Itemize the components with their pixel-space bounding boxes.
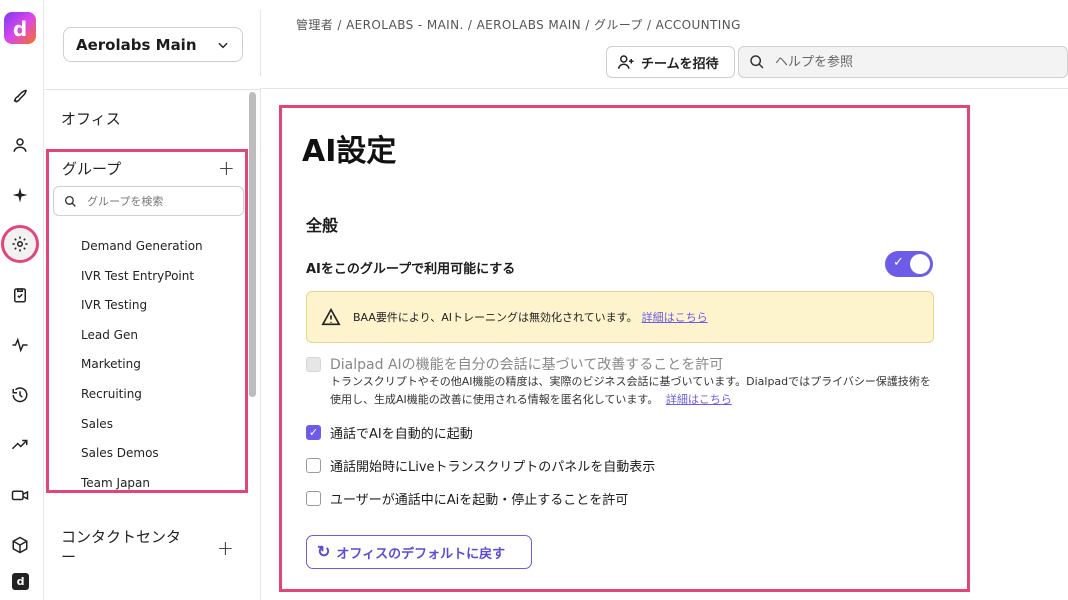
box-icon[interactable] — [7, 532, 33, 558]
app-root: d d Aerolabs Main オフィス グループ + グループを検索 De… — [0, 0, 1068, 600]
live-transcript-checkbox[interactable] — [306, 458, 321, 473]
baa-warning: BAA要件により、AIトレーニングは無効化されています。 詳細はこちら — [306, 291, 934, 343]
sidebar-item-office[interactable]: オフィス — [61, 108, 121, 129]
live-transcript-label: 通話開始時にLiveトランスクリプトのパネルを自動表示 — [330, 460, 656, 475]
warning-text: BAA要件により、AIトレーニングは無効化されています。 — [353, 311, 638, 324]
clipboard-icon[interactable] — [7, 282, 33, 308]
auto-start-label: 通話でAIを自動的に起動 — [330, 427, 473, 442]
group-item[interactable]: Marketing — [81, 356, 203, 386]
check-icon: ✓ — [893, 255, 904, 270]
history-icon[interactable] — [7, 382, 33, 408]
improve-ai-link[interactable]: 詳細はこちら — [666, 393, 732, 406]
sidebar-border — [260, 89, 261, 600]
add-user-icon — [617, 55, 634, 69]
sidebar-item-contact-center[interactable]: コンタクトセンタ ー — [61, 527, 181, 567]
group-item[interactable]: Recruiting — [81, 386, 203, 416]
settings-icon[interactable] — [1, 225, 39, 263]
section-title: 全般 — [306, 216, 339, 235]
allow-user-option[interactable]: ユーザーが通話中にAiを起動・停止することを許可 — [306, 489, 628, 508]
help-search[interactable] — [738, 46, 1068, 78]
search-icon — [750, 55, 764, 69]
video-icon[interactable] — [7, 482, 33, 508]
group-item[interactable]: Team Japan — [81, 475, 203, 505]
trending-icon[interactable] — [7, 432, 33, 458]
contact-center-label-line2: ー — [61, 548, 77, 566]
group-list: Demand Generation IVR Test EntryPoint IV… — [81, 238, 203, 504]
improve-ai-checkbox — [306, 356, 321, 372]
invite-team-label: チームを招待 — [641, 55, 719, 71]
contact-center-label-line1: コンタクトセンタ — [61, 528, 182, 546]
auto-start-option[interactable]: ✓ 通話でAIを自動的に起動 — [306, 423, 473, 442]
page-title: AI設定 — [302, 134, 397, 169]
group-item[interactable]: IVR Testing — [81, 297, 203, 327]
allow-user-label: ユーザーが通話中にAiを起動・停止することを許可 — [330, 493, 629, 508]
auto-start-checkbox[interactable]: ✓ — [306, 425, 321, 440]
group-item[interactable]: Sales Demos — [81, 445, 203, 475]
refresh-icon: ↻ — [317, 544, 331, 561]
groups-label: グループ — [62, 160, 122, 178]
dialpad-logo[interactable]: d — [4, 12, 36, 44]
group-search[interactable] — [53, 186, 244, 216]
sidebar-scrollbar[interactable] — [249, 92, 256, 397]
reset-to-office-default-button[interactable]: ↻ オフィスのデフォルトに戻す — [306, 535, 532, 569]
improve-ai-option: Dialpad AIの機能を自分の会話に基づいて改善することを許可 — [306, 354, 723, 374]
invite-team-button[interactable]: チームを招待 — [606, 46, 735, 78]
ai-settings-panel: AI設定 全般 AIをこのグループで利用可能にする ✓ BAA要件により、AIト… — [279, 105, 970, 592]
add-group-icon[interactable]: + — [218, 156, 235, 180]
improve-ai-label: Dialpad AIの機能を自分の会話に基づいて改善することを許可 — [330, 357, 724, 373]
left-rail: d d — [0, 0, 44, 600]
user-icon[interactable] — [7, 132, 33, 158]
ai-enable-label: AIをこのグループで利用可能にする — [306, 262, 516, 277]
help-search-input[interactable] — [775, 54, 1035, 70]
group-item[interactable]: Demand Generation — [81, 238, 203, 268]
group-item[interactable]: IVR Test EntryPoint — [81, 268, 203, 298]
org-select-value: Aerolabs Main — [76, 35, 197, 54]
ai-enable-toggle[interactable]: ✓ — [885, 251, 933, 277]
toggle-knob — [910, 254, 930, 274]
search-icon — [64, 195, 76, 207]
reset-label: オフィスのデフォルトに戻す — [336, 545, 506, 561]
warning-icon — [321, 308, 341, 326]
header-divider — [260, 10, 261, 76]
group-item[interactable]: Sales — [81, 416, 203, 446]
groups-panel: グループ + Demand Generation IVR Test EntryP… — [46, 149, 248, 493]
group-search-input[interactable] — [87, 194, 227, 208]
breadcrumb: 管理者 / AEROLABS - MAIN. / AEROLABS MAIN /… — [296, 18, 741, 32]
rocket-icon[interactable] — [7, 82, 33, 108]
chevron-down-icon — [218, 42, 228, 48]
improve-ai-desc-text: トランスクリプトやその他AI機能の精度は、実際のビジネス会話に基づいています。D… — [330, 375, 931, 406]
dialpad-app-icon[interactable]: d — [12, 573, 29, 590]
org-select[interactable]: Aerolabs Main — [63, 27, 243, 62]
content-divider — [260, 88, 1068, 89]
live-transcript-option[interactable]: 通話開始時にLiveトランスクリプトのパネルを自動表示 — [306, 456, 655, 475]
warning-link[interactable]: 詳細はこちら — [642, 309, 708, 325]
group-item[interactable]: Lead Gen — [81, 327, 203, 357]
add-contact-center-icon[interactable]: + — [217, 536, 234, 560]
settings-sidebar: Aerolabs Main オフィス グループ + Demand Generat… — [45, 0, 260, 600]
improve-ai-description: トランスクリプトやその他AI機能の精度は、実際のビジネス会話に基づいています。D… — [330, 373, 936, 409]
activity-icon[interactable] — [7, 332, 33, 358]
sparkle-icon[interactable] — [7, 182, 33, 208]
sidebar-divider — [45, 89, 260, 90]
allow-user-checkbox[interactable] — [306, 491, 321, 506]
